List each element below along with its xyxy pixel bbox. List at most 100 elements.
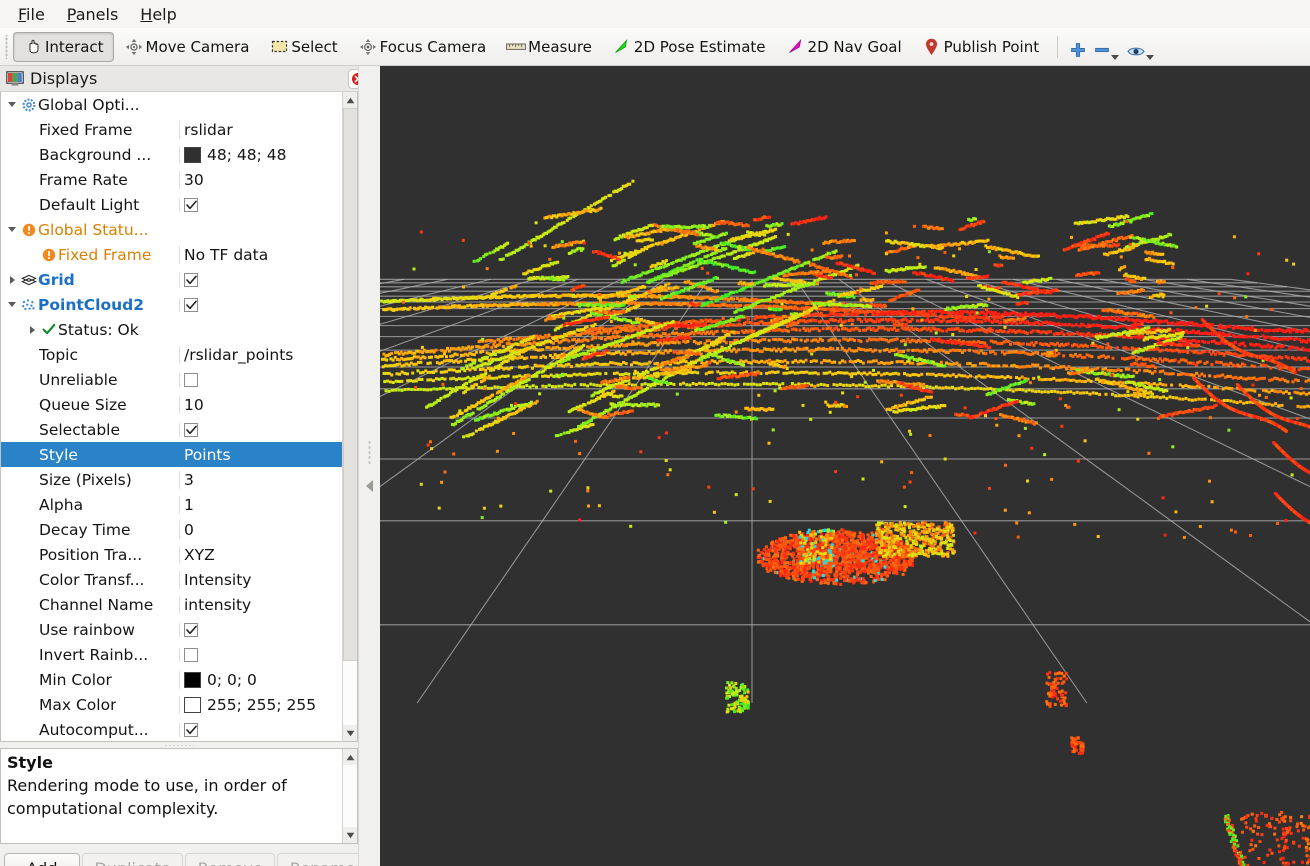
add-tool-button[interactable] — [1066, 32, 1090, 62]
tree-row-selectable[interactable]: Selectable — [1, 417, 344, 442]
tree-row-topic[interactable]: Topic/rslidar_points — [1, 342, 344, 367]
tool-interact[interactable]: Interact — [13, 31, 114, 62]
tool-measure[interactable]: Measure — [496, 32, 602, 62]
chevron-down-icon[interactable] — [1111, 54, 1120, 60]
tree-row-decay-time[interactable]: Decay Time 0 — [1, 517, 344, 542]
tree-row-fixed-frame[interactable]: Fixed Frame rslidar — [1, 117, 344, 142]
tree-row-grid[interactable]: Grid — [1, 267, 344, 292]
color-swatch-min-color[interactable] — [184, 671, 201, 688]
tree-value-selectable[interactable] — [179, 422, 344, 437]
tree-row-channel-name[interactable]: Channel Name intensity — [1, 592, 344, 617]
tree-value-size-pixels[interactable]: 3 — [179, 470, 344, 489]
checkbox-pointcloud2[interactable] — [184, 297, 198, 312]
help-scroll-down-arrow[interactable] — [343, 827, 357, 843]
tree-value-status-fixed-frame[interactable]: No TF data — [179, 245, 344, 264]
scroll-up-arrow[interactable] — [343, 92, 357, 108]
dock-splitter[interactable] — [358, 66, 380, 866]
checkbox-default-light[interactable] — [184, 197, 198, 212]
chevron-right-icon[interactable] — [5, 275, 19, 284]
tool-2d-nav-goal[interactable]: 2D Nav Goal — [776, 32, 912, 62]
chevron-down-icon[interactable] — [1146, 54, 1155, 60]
tree-value-decay-time[interactable]: 0 — [179, 520, 344, 539]
checkbox-selectable[interactable] — [184, 422, 198, 437]
tree-row-autocompute-intensity-bounds[interactable]: Autocomput... — [1, 717, 344, 741]
tree-value-color-transformer[interactable]: Intensity — [179, 570, 344, 589]
checkbox-unreliable[interactable] — [184, 372, 198, 387]
chevron-right-icon[interactable] — [25, 325, 39, 334]
chevron-down-icon[interactable] — [5, 102, 19, 107]
tool-2d-pose-estimate[interactable]: 2D Pose Estimate — [602, 32, 776, 62]
tree-scrollbar[interactable] — [342, 92, 357, 741]
visibility-button[interactable] — [1123, 32, 1158, 62]
tool-focus-camera[interactable]: Focus Camera — [348, 32, 496, 62]
duplicate-button[interactable]: Duplicate — [82, 853, 184, 866]
tree-row-status-fixed-frame[interactable]: Fixed Frame No TF data — [1, 242, 344, 267]
tree-value-invert-rainbow[interactable] — [179, 647, 344, 662]
color-swatch-background-color[interactable] — [184, 146, 201, 163]
tree-row-background-color[interactable]: Background ... 48; 48; 48 — [1, 142, 344, 167]
displays-dock: Displays Global Opti... Fixed Frame rslida… — [0, 66, 372, 866]
help-scrollbar-track[interactable] — [343, 765, 357, 827]
tree-row-size-pixels[interactable]: Size (Pixels) 3 — [1, 467, 344, 492]
collapse-panel-arrow-icon[interactable] — [366, 480, 373, 492]
tree-row-use-rainbow[interactable]: Use rainbow — [1, 617, 344, 642]
tree-row-style[interactable]: Style Points — [1, 442, 344, 467]
tree-value-topic[interactable]: /rslidar_points — [179, 345, 344, 364]
menu-help[interactable]: Help — [130, 3, 186, 26]
tree-value-use-rainbow[interactable] — [179, 622, 344, 637]
tree-value-channel-name[interactable]: intensity — [179, 595, 344, 614]
chevron-down-icon[interactable] — [5, 227, 19, 232]
tree-row-alpha[interactable]: Alpha 1 — [1, 492, 344, 517]
help-scroll-up-arrow[interactable] — [343, 749, 357, 765]
remove-button[interactable]: Remove — [185, 853, 276, 866]
help-scrollbar[interactable] — [342, 749, 357, 843]
checkbox-autocompute-intensity-bounds[interactable] — [184, 722, 198, 737]
tree-value-queue-size[interactable]: 10 — [179, 395, 344, 414]
tree-value-style[interactable]: Points — [179, 445, 344, 464]
tree-row-default-light[interactable]: Default Light — [1, 192, 344, 217]
checkbox-invert-rainbow[interactable] — [184, 647, 198, 662]
tree-value-max-color[interactable]: 255; 255; 255 — [179, 695, 344, 714]
tree-value-position-transformer[interactable]: XYZ — [179, 545, 344, 564]
tool-move-camera[interactable]: Move Camera — [114, 32, 260, 62]
remove-tool-button[interactable] — [1090, 32, 1123, 62]
scrollbar-thumb[interactable] — [343, 108, 357, 661]
tree-row-global-status[interactable]: Global Statu... — [1, 217, 344, 242]
scroll-down-arrow[interactable] — [343, 725, 357, 741]
tree-row-pointcloud2[interactable]: PointCloud2 — [1, 292, 344, 317]
toolbar-grip[interactable] — [4, 34, 11, 59]
tree-value-background-color[interactable]: 48; 48; 48 — [179, 145, 344, 164]
tree-row-unreliable[interactable]: Unreliable — [1, 367, 344, 392]
tool-publish-point[interactable]: Publish Point — [912, 32, 1049, 62]
tree-row-max-color[interactable]: Max Color 255; 255; 255 — [1, 692, 344, 717]
tree-row-color-transformer[interactable]: Color Transf... Intensity — [1, 567, 344, 592]
tree-row-global-options[interactable]: Global Opti... — [1, 92, 344, 117]
tree-value-pointcloud2[interactable] — [179, 297, 344, 312]
menu-panels[interactable]: Panels — [57, 3, 129, 26]
tree-row-queue-size[interactable]: Queue Size 10 — [1, 392, 344, 417]
rename-button[interactable]: Rename — [277, 853, 368, 866]
tree-value-unreliable[interactable] — [179, 372, 344, 387]
tree-value-fixed-frame[interactable]: rslidar — [179, 120, 344, 139]
menu-file[interactable]: File — [8, 3, 55, 26]
tree-value-alpha[interactable]: 1 — [179, 495, 344, 514]
property-tree[interactable]: Global Opti... Fixed Frame rslidar Backgrou… — [0, 92, 358, 742]
tree-row-frame-rate[interactable]: Frame Rate 30 — [1, 167, 344, 192]
tree-value-grid[interactable] — [179, 272, 344, 287]
checkbox-use-rainbow[interactable] — [184, 622, 198, 637]
tree-row-min-color[interactable]: Min Color 0; 0; 0 — [1, 667, 344, 692]
tree-row-status-ok[interactable]: Status: Ok — [1, 317, 344, 342]
tree-value-autocompute-intensity-bounds[interactable] — [179, 722, 344, 737]
chevron-down-icon[interactable] — [5, 302, 19, 307]
render-viewport-3d[interactable] — [380, 66, 1310, 866]
checkbox-grid[interactable] — [184, 272, 198, 287]
tree-row-invert-rainbow[interactable]: Invert Rainb... — [1, 642, 344, 667]
tool-select[interactable]: Select — [259, 32, 347, 62]
tree-value-default-light[interactable] — [179, 197, 344, 212]
tree-value-min-color[interactable]: 0; 0; 0 — [179, 670, 344, 689]
tree-row-position-transformer[interactable]: Position Tra... XYZ — [1, 542, 344, 567]
add-button[interactable]: Add — [4, 853, 80, 866]
scrollbar-track[interactable] — [343, 108, 357, 725]
color-swatch-max-color[interactable] — [184, 696, 201, 713]
tree-value-frame-rate[interactable]: 30 — [179, 170, 344, 189]
